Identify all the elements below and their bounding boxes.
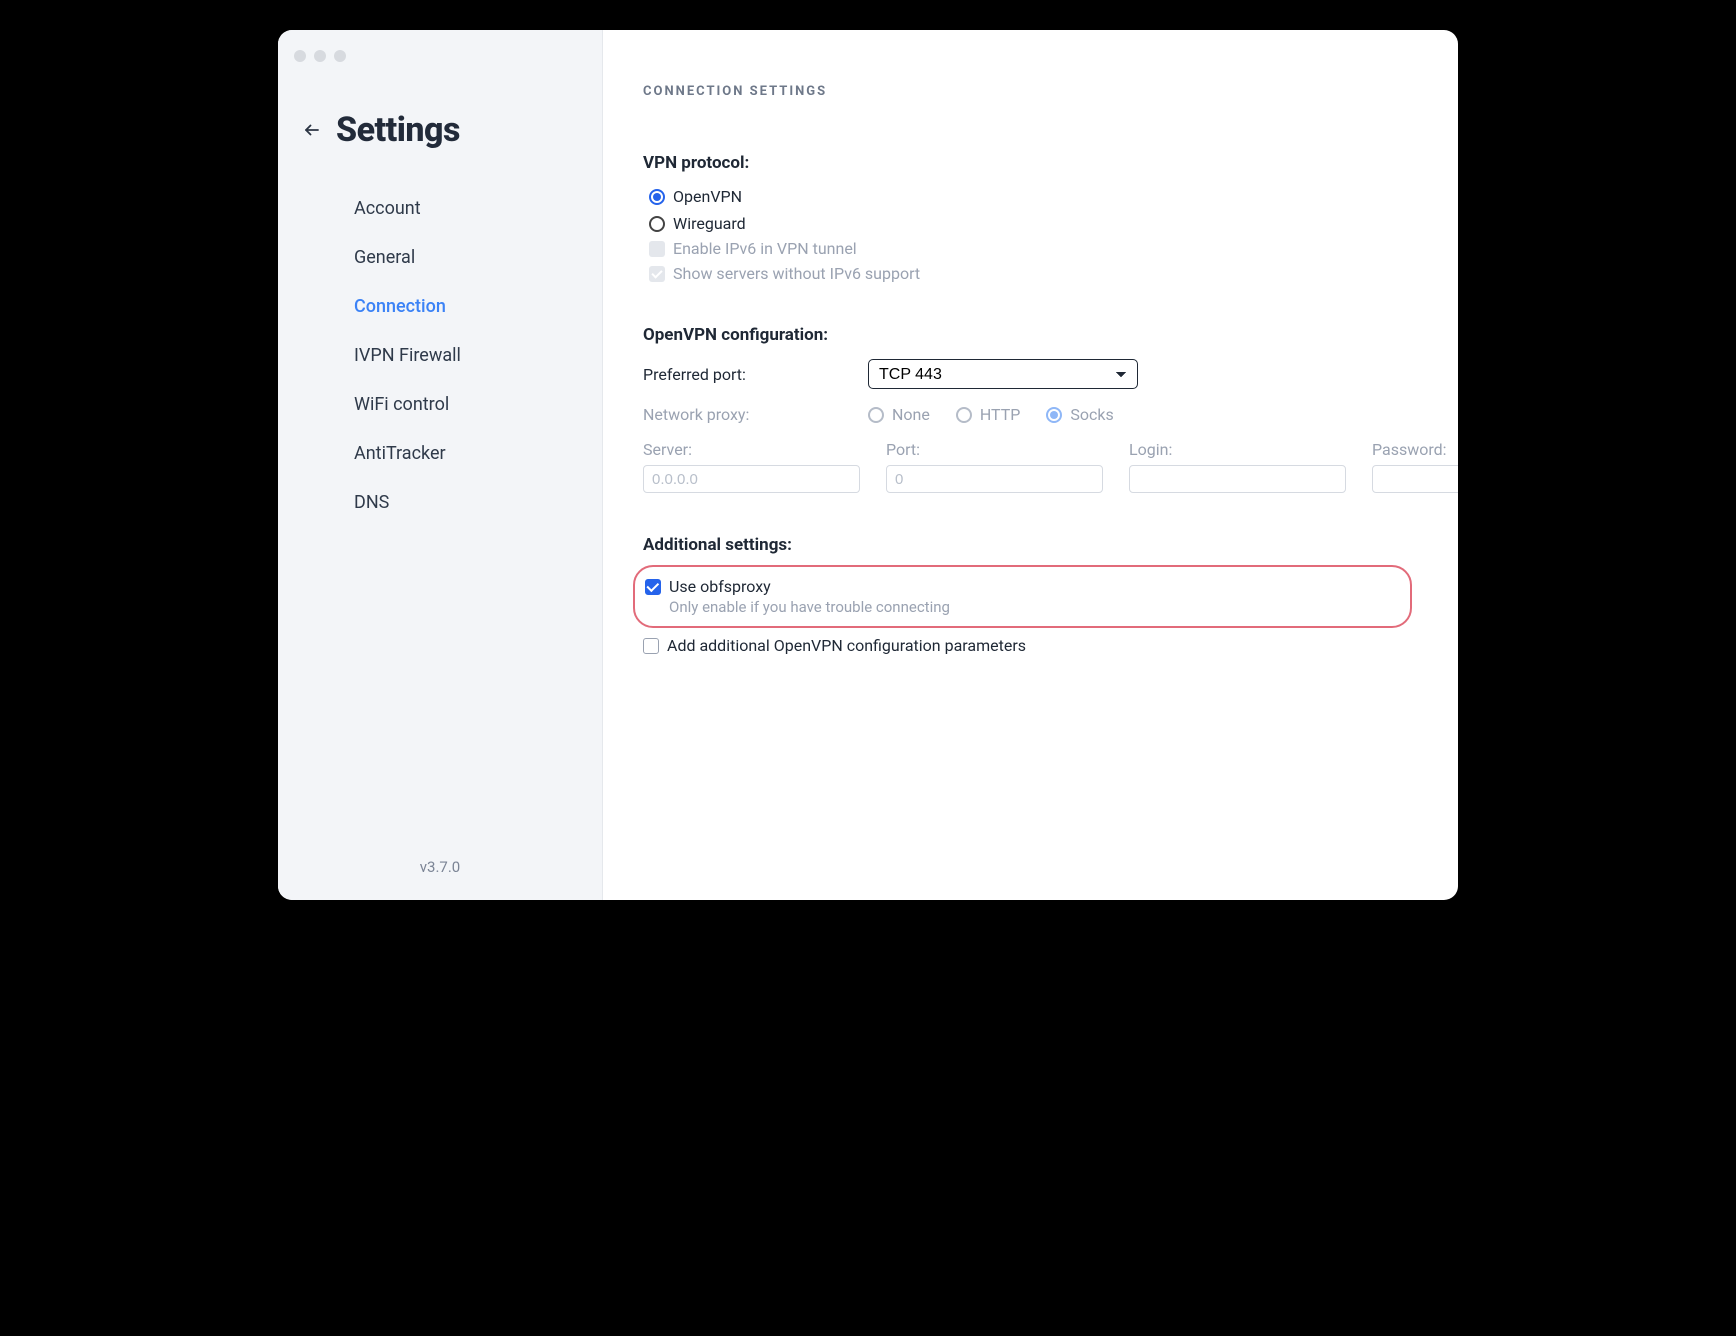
sidebar-item-dns[interactable]: DNS — [278, 478, 602, 527]
proxy-none[interactable]: None — [868, 405, 930, 424]
sidebar-nav: Account General Connection IVPN Firewall… — [278, 174, 602, 527]
additional-label: Additional settings: — [643, 535, 1402, 555]
login-label: Login: — [1129, 440, 1346, 459]
password-label: Password: — [1372, 440, 1458, 459]
close-icon[interactable] — [294, 50, 306, 62]
openvpn-config-block: OpenVPN configuration: Preferred port: T… — [643, 325, 1402, 493]
port-input[interactable] — [886, 465, 1103, 493]
sidebar: Settings Account General Connection IVPN… — [278, 30, 603, 900]
vpn-protocol-label: VPN protocol: — [643, 153, 1402, 173]
server-label: Server: — [643, 440, 860, 459]
radio-wireguard[interactable]: Wireguard — [649, 214, 1402, 233]
ipv6-enable-checkbox: Enable IPv6 in VPN tunnel — [643, 239, 1402, 258]
sidebar-item-firewall[interactable]: IVPN Firewall — [278, 331, 602, 380]
sidebar-item-account[interactable]: Account — [278, 184, 602, 233]
server-input[interactable] — [643, 465, 860, 493]
window-controls — [278, 44, 602, 62]
zoom-icon[interactable] — [334, 50, 346, 62]
preferred-port-select[interactable]: TCP 443 — [868, 359, 1138, 389]
additional-settings-block: Additional settings: Use obfsproxy Only … — [643, 535, 1402, 655]
sidebar-item-general[interactable]: General — [278, 233, 602, 282]
radio-openvpn-label: OpenVPN — [673, 187, 742, 206]
checkbox-icon — [649, 266, 665, 282]
preferred-port-label: Preferred port: — [643, 365, 868, 384]
obfsproxy-highlight: Use obfsproxy Only enable if you have tr… — [633, 565, 1412, 628]
port-label: Port: — [886, 440, 1103, 459]
checkbox-icon — [649, 241, 665, 257]
radio-wireguard-label: Wireguard — [673, 214, 746, 233]
main-panel: CONNECTION SETTINGS VPN protocol: OpenVP… — [603, 30, 1458, 900]
version-label: v3.7.0 — [278, 858, 602, 876]
vpn-protocol-block: VPN protocol: OpenVPN Wireguard Enable I… — [643, 153, 1402, 283]
extra-params-checkbox[interactable]: Add additional OpenVPN configuration par… — [643, 636, 1402, 655]
settings-window: Settings Account General Connection IVPN… — [278, 30, 1458, 900]
sidebar-item-wifi[interactable]: WiFi control — [278, 380, 602, 429]
radio-openvpn[interactable]: OpenVPN — [649, 187, 1402, 206]
page-title: Settings — [336, 110, 460, 150]
back-button[interactable] — [302, 120, 322, 140]
obfsproxy-checkbox[interactable]: Use obfsproxy — [645, 577, 1394, 596]
openvpn-config-label: OpenVPN configuration: — [643, 325, 1402, 345]
proxy-http[interactable]: HTTP — [956, 405, 1021, 424]
section-heading: CONNECTION SETTINGS — [643, 84, 1402, 99]
network-proxy-label: Network proxy: — [643, 405, 868, 424]
sidebar-item-connection[interactable]: Connection — [278, 282, 602, 331]
minimize-icon[interactable] — [314, 50, 326, 62]
sidebar-item-antitracker[interactable]: AntiTracker — [278, 429, 602, 478]
obfsproxy-hint: Only enable if you have trouble connecti… — [645, 598, 1394, 616]
proxy-socks[interactable]: Socks — [1046, 405, 1113, 424]
login-input[interactable] — [1129, 465, 1346, 493]
password-input[interactable] — [1372, 465, 1458, 493]
show-noipv6-checkbox: Show servers without IPv6 support — [643, 264, 1402, 283]
